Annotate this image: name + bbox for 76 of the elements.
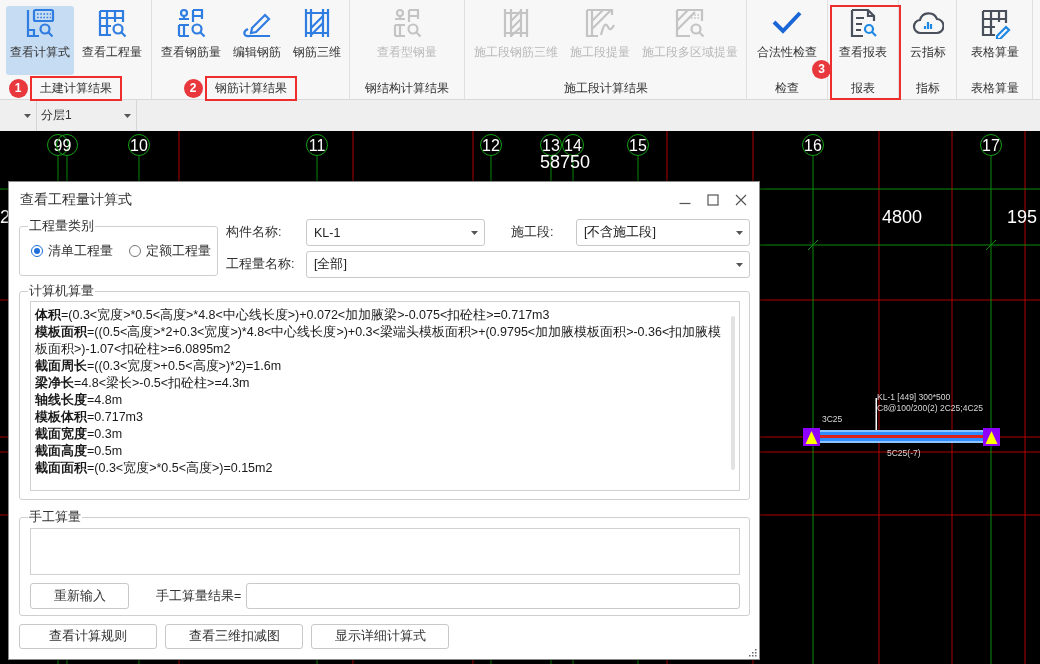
dimension-text: 195 [1007, 207, 1038, 227]
panel-legend: 工程量类别 [28, 218, 95, 234]
dropdown[interactable]: KL-1 [306, 219, 485, 246]
formula-line: 截面高度=0.5m [35, 443, 124, 460]
axis-bubble: 15 [627, 134, 649, 156]
manual-input-field[interactable] [30, 528, 740, 575]
leader-line [875, 398, 877, 430]
axis-bubble: 17 [980, 134, 1002, 156]
formula-line: 模板面积=((0.5<高度>*2+0.3<宽度>)*4.8<中心线长度>)+0.3<梁端头模板面积>+(0.9795<加加腋模板面积>-0.36<扣加腋模板面积>)-1.07<扣砼柱>=6.0895m2 [35, 324, 723, 358]
ribbon-button[interactable]: 云指标 [905, 6, 950, 75]
column-marker-icon [803, 428, 820, 446]
cad-canvas[interactable] [0, 131, 1040, 664]
ribbon-button[interactable]: 钢筋三维 [288, 6, 345, 75]
group-label: 检查 [775, 80, 799, 96]
group-label: 报表 [851, 80, 875, 96]
panel-legend: 手工算量 [28, 509, 82, 525]
beam-label: KL-1 [449] 300*500 [877, 392, 951, 402]
group-label: 指标 [915, 80, 940, 96]
step-badge: 3 [812, 60, 831, 79]
beam-label: 3C25 [822, 414, 843, 424]
group-label: 表格算量 [970, 80, 1019, 96]
axis-bubble: 13 [540, 134, 562, 156]
caret-icon [124, 113, 131, 118]
panel-legend: 计算机算量 [28, 283, 95, 299]
beam-label: 5C25(-7) [887, 448, 921, 458]
resize-grip-icon[interactable] [748, 648, 757, 657]
ribbon-button[interactable]: 查看报表 [835, 6, 891, 75]
axis-bubble: 16 [802, 134, 824, 156]
ribbon-button[interactable]: 查看计算式 [5, 6, 74, 75]
formula-line: 梁净长=4.8<梁长>-0.5<扣砼柱>=4.3m [35, 375, 251, 392]
radio-label: 定额工程量 [146, 242, 211, 260]
radio-label: 清单工程量 [48, 242, 113, 260]
caret-icon [24, 113, 31, 118]
formula-line: 轴线长度=4.8m [35, 392, 124, 409]
caret-icon [736, 262, 743, 267]
field-label: 构件名称: [226, 224, 283, 241]
ribbon-button[interactable]: 编辑钢筋 [228, 6, 285, 75]
ribbon-button[interactable]: 表格算量 [966, 6, 1023, 75]
group-label: 施工段计算结果 [563, 80, 648, 96]
step-badge: 1 [8, 78, 28, 98]
hatched-magnifier-icon [673, 7, 706, 39]
axis-bubble: 14 [562, 134, 584, 156]
caret-icon [471, 230, 478, 235]
reset-button[interactable]: 重新输入 [30, 583, 129, 609]
formula-line: 模板体积=0.717m3 [35, 409, 144, 426]
ribbon-button[interactable]: 查看工程量 [77, 6, 146, 75]
axis-bubble: 11 [306, 134, 328, 156]
field-label: 施工段: [510, 224, 555, 241]
axis-bubble: 10 [128, 134, 150, 156]
shapes-magnifier-icon [391, 7, 423, 39]
close-icon[interactable] [735, 194, 747, 206]
column-marker-icon [983, 428, 1000, 446]
group-label: 钢筋计算结果 [214, 80, 287, 96]
dialog-button[interactable]: 显示详细计算式 [311, 624, 449, 649]
ribbon-button[interactable]: 查看钢筋量 [156, 6, 225, 75]
result-label: 手工算量结果= [156, 587, 242, 605]
dialog-button[interactable]: 查看三维扣减图 [165, 624, 303, 649]
formula-line: 截面面积=(0.3<宽度>*0.5<高度>)=0.15m2 [35, 460, 274, 477]
step-badge: 2 [183, 78, 203, 98]
maximize-icon[interactable] [707, 194, 719, 206]
hatched-frame-icon [583, 7, 616, 39]
dialog-title: 查看工程量计算式 [20, 191, 132, 209]
result-input-field[interactable] [246, 583, 740, 609]
group-label: 土建计算结果 [39, 80, 112, 96]
formula-line: 体积=(0.3<宽度>*0.5<高度>*4.8<中心线长度>)+0.072<加加腋梁>-0.075<扣砼柱>=0.717m3 [35, 307, 551, 324]
dialog-button[interactable]: 查看计算规则 [19, 624, 157, 649]
group-label: 钢结构计算结果 [365, 80, 449, 96]
formula-line: 截面周长=((0.3<宽度>+0.5<高度>)*2)=1.6m [35, 358, 283, 375]
caret-icon [736, 230, 743, 235]
beam-label: C8@100/200(2) 2C25;4C25 [877, 403, 983, 413]
dropdown[interactable]: [全部] [306, 251, 750, 278]
field-label: 工程量名称: [226, 256, 296, 273]
formula-line: 截面宽度=0.3m [35, 426, 124, 443]
dropdown[interactable]: [不含施工段] [576, 219, 750, 246]
dimension-text: 4800 [882, 207, 922, 227]
axis-bubble: 12 [480, 134, 502, 156]
